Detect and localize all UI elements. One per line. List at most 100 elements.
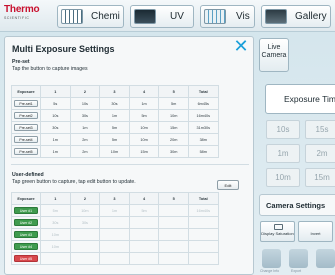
user-defined-button[interactable]: User #1 (14, 207, 38, 214)
table-header-row: Exposure 1 2 3 4 5 Total (12, 86, 219, 98)
tab-gallery[interactable]: Gallery (261, 5, 331, 28)
invert-button[interactable]: Invert (298, 221, 333, 242)
table-cell (188, 253, 219, 265)
close-icon[interactable]: ✕ (232, 37, 250, 55)
table-cell (159, 241, 189, 253)
table-row: User #1 5m 10m 1m 5m 16m40s (12, 205, 219, 217)
user-defined-table: Exposure 1 2 3 4 5 Total User #1 5m 10m 1m 5… (11, 192, 219, 265)
preset-button[interactable]: Pre-set2 (14, 112, 38, 119)
more-icon[interactable] (316, 249, 335, 268)
live-camera-button[interactable]: Live Camera (259, 38, 289, 72)
info-icon[interactable] (262, 249, 281, 268)
table-cell: 15m (129, 146, 160, 158)
camera-settings-panel: Camera Settings (259, 194, 335, 216)
table-cell: 20m (159, 134, 189, 146)
time-button[interactable]: 15s (305, 120, 335, 139)
table-cell (70, 241, 101, 253)
tab-label: Chemi (91, 11, 120, 22)
time-button[interactable]: 2m (305, 144, 335, 163)
table-cell: 31m30s (188, 122, 219, 134)
tab-chemi[interactable]: Chemi (57, 5, 124, 28)
button-cell: User #4 (12, 241, 41, 253)
table-cell: 10m (41, 229, 71, 241)
edit-button[interactable]: Edit (217, 180, 239, 190)
header-cell: Total (188, 193, 219, 205)
table-cell: 30s (100, 98, 130, 110)
table-cell: 6m45s (188, 98, 219, 110)
table-cell (70, 253, 101, 265)
header-cell: 4 (129, 193, 160, 205)
table-cell: 5s (41, 98, 71, 110)
table-row: User #4 10m (12, 241, 219, 253)
thermo-logo: Thermo SCIENTIFIC (4, 5, 46, 27)
time-button[interactable]: 15m (305, 168, 335, 187)
dialog-title: Multi Exposure Settings (12, 44, 115, 54)
preset-table: Exposure 1 2 3 4 5 Total Pre-set1 5s 10s 30… (11, 85, 219, 158)
time-button[interactable]: 10s (266, 120, 300, 139)
table-cell: 58m (188, 146, 219, 158)
table-cell (188, 229, 219, 241)
user-defined-button[interactable]: User #5 (14, 255, 38, 262)
time-button[interactable]: 10m (266, 168, 300, 187)
saturation-icon (274, 224, 283, 230)
header-cell: 1 (41, 86, 71, 98)
preset-button[interactable]: Pre-set3 (14, 124, 38, 131)
table-cell (100, 253, 130, 265)
table-cell (41, 253, 71, 265)
preset-button[interactable]: Pre-set4 (14, 136, 38, 143)
table-cell: 30m (159, 146, 189, 158)
button-label: Invert (310, 231, 321, 236)
table-cell (188, 241, 219, 253)
table-cell (159, 253, 189, 265)
table-cell (159, 205, 189, 217)
tab-uv[interactable]: UV (130, 5, 194, 28)
tab-vis[interactable]: Vis (200, 5, 255, 28)
table-cell (100, 229, 130, 241)
vis-thumbnail-icon (204, 9, 226, 24)
user-defined-button[interactable]: User #4 (14, 243, 38, 250)
table-cell: 15m (159, 122, 189, 134)
preset-button[interactable]: Pre-set1 (14, 100, 38, 107)
table-cell (70, 229, 101, 241)
button-label: Display Saturation (261, 231, 294, 236)
time-button[interactable]: 1m (266, 144, 300, 163)
top-bar: Thermo SCIENTIFIC Chemi UV Vis Gallery (0, 0, 335, 32)
display-saturation-button[interactable]: Display Saturation (260, 221, 295, 242)
table-cell: 10m (129, 134, 160, 146)
table-row: Pre-set4 1m 2m 5m 10m 20m 38m (12, 134, 219, 146)
tab-label: Gallery (295, 11, 327, 22)
header-cell: 2 (70, 193, 101, 205)
button-cell: Pre-set5 (12, 146, 41, 158)
header-cell: Total (188, 86, 219, 98)
table-cell: 30s (70, 217, 101, 229)
user-defined-button[interactable]: User #3 (14, 231, 38, 238)
exposure-time-field[interactable]: Exposure Tim (265, 84, 335, 114)
button-cell: User #3 (12, 229, 41, 241)
table-cell: 30s (41, 122, 71, 134)
header-cell: 3 (100, 193, 130, 205)
header-cell: 3 (100, 86, 130, 98)
preset-button[interactable]: Pre-set5 (14, 148, 38, 155)
table-cell: 10m (159, 110, 189, 122)
table-cell: 10m (41, 241, 71, 253)
table-row: Pre-set3 30s 1m 5m 10m 15m 31m30s (12, 122, 219, 134)
button-cell: User #5 (12, 253, 41, 265)
chemi-thumbnail-icon (61, 9, 83, 24)
table-row: User #2 30s 30s (12, 217, 219, 229)
table-cell: 30s (70, 110, 101, 122)
button-cell: User #2 (12, 217, 41, 229)
change-info-label: Change Info (260, 269, 280, 273)
preset-title: Pre-set (12, 59, 30, 65)
table-cell: 5m (159, 98, 189, 110)
header-cell: 4 (129, 86, 160, 98)
user-defined-button[interactable]: User #2 (14, 219, 38, 226)
table-row: Pre-set2 10s 30s 1m 5m 10m 16m40s (12, 110, 219, 122)
multi-exposure-dialog: Multi Exposure Settings ✕ Pre-set Tap th… (4, 36, 254, 275)
table-cell (100, 217, 130, 229)
table-row: User #5 (12, 253, 219, 265)
table-header-row: Exposure 1 2 3 4 5 Total (12, 193, 219, 205)
table-cell (159, 229, 189, 241)
tab-label: Vis (236, 11, 250, 22)
export-icon[interactable] (289, 249, 308, 268)
table-cell: 38m (188, 134, 219, 146)
